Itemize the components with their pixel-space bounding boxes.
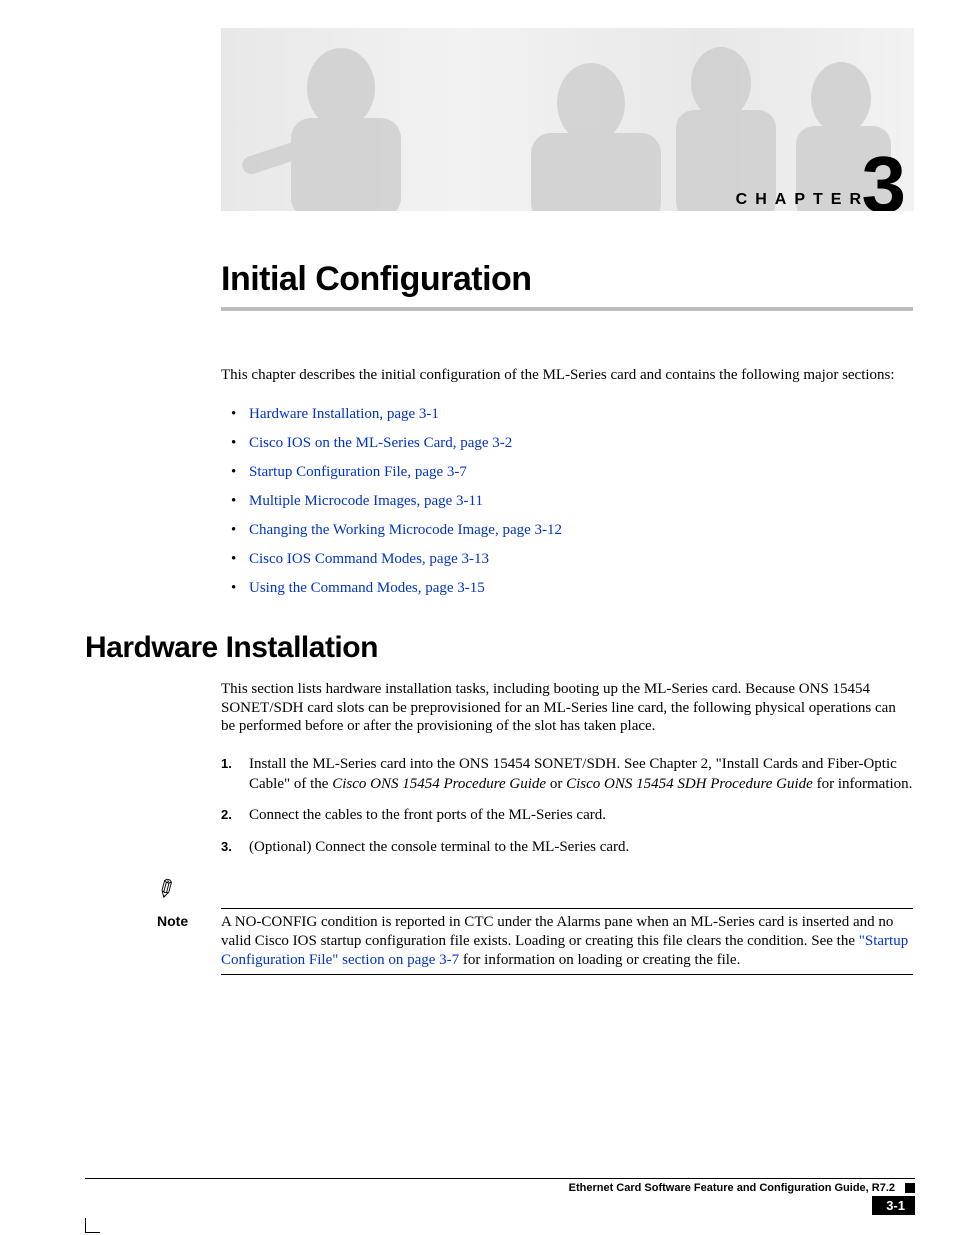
toc-link-using[interactable]: Using the Command Modes, page 3-15 <box>249 580 485 596</box>
section-heading-hardware: Hardware Installation <box>85 631 915 665</box>
toc-item: Startup Configuration File, page 3-7 <box>221 458 915 487</box>
title-rule <box>221 307 913 311</box>
ref-title: Cisco ONS 15454 Procedure Guide <box>332 776 546 792</box>
chapter-title: Initial Configuration <box>221 260 915 299</box>
step-text: for information. <box>813 776 913 792</box>
page: CHAPTER 3 Initial Configuration This cha… <box>85 0 915 1235</box>
intro-paragraph: This chapter describes the initial confi… <box>221 366 913 385</box>
chapter-number: 3 <box>862 139 907 211</box>
steps-list: Install the ML-Series card into the ONS … <box>221 751 913 865</box>
toc-link-ios[interactable]: Cisco IOS on the ML-Series Card, page 3-… <box>249 435 512 451</box>
toc-link-changing[interactable]: Changing the Working Microcode Image, pa… <box>249 522 562 538</box>
toc-item: Hardware Installation, page 3-1 <box>221 400 915 429</box>
toc-item: Multiple Microcode Images, page 3-11 <box>221 487 915 516</box>
chapter-banner: CHAPTER 3 <box>221 28 914 211</box>
step-text: (Optional) Connect the console terminal … <box>249 839 629 855</box>
toc-item: Cisco IOS Command Modes, page 3-13 <box>221 545 915 574</box>
step-text: Connect the cables to the front ports of… <box>249 807 606 823</box>
note-text-a: A NO-CONFIG condition is reported in CTC… <box>221 914 893 949</box>
step-text: or <box>546 776 566 792</box>
toc-link-hardware[interactable]: Hardware Installation, page 3-1 <box>249 406 439 422</box>
crop-mark-icon <box>85 1218 100 1233</box>
step-item: (Optional) Connect the console terminal … <box>221 834 913 866</box>
note-label: Note <box>157 913 188 929</box>
ref-title: Cisco ONS 15454 SDH Procedure Guide <box>566 776 813 792</box>
page-footer: Ethernet Card Software Feature and Confi… <box>85 1178 915 1215</box>
note-bottom-rule <box>221 974 913 975</box>
toc-list: Hardware Installation, page 3-1 Cisco IO… <box>221 400 915 603</box>
toc-link-microcode[interactable]: Multiple Microcode Images, page 3-11 <box>249 493 483 509</box>
section-body: This section lists hardware installation… <box>221 680 913 736</box>
footer-rule <box>85 1178 915 1179</box>
note-text-b: for information on loading or creating t… <box>459 952 740 968</box>
toc-item: Using the Command Modes, page 3-15 <box>221 574 915 603</box>
page-number: 3-1 <box>872 1196 915 1215</box>
footer-square-icon <box>905 1183 915 1193</box>
step-item: Install the ML-Series card into the ONS … <box>221 751 913 802</box>
note-block: ✎ Note A NO-CONFIG condition is reported… <box>157 875 915 975</box>
toc-item: Cisco IOS on the ML-Series Card, page 3-… <box>221 429 915 458</box>
chapter-label: CHAPTER <box>736 191 869 209</box>
toc-item: Changing the Working Microcode Image, pa… <box>221 516 915 545</box>
guide-title: Ethernet Card Software Feature and Confi… <box>569 1182 895 1194</box>
toc-link-cmdmodes[interactable]: Cisco IOS Command Modes, page 3-13 <box>249 551 489 567</box>
toc-link-startup[interactable]: Startup Configuration File, page 3-7 <box>249 464 467 480</box>
step-item: Connect the cables to the front ports of… <box>221 802 913 834</box>
note-top-rule <box>221 908 913 909</box>
banner-art <box>221 28 914 211</box>
note-text: A NO-CONFIG condition is reported in CTC… <box>221 913 915 970</box>
content-area: Initial Configuration This chapter descr… <box>85 260 915 982</box>
pencil-icon: ✎ <box>151 872 183 907</box>
